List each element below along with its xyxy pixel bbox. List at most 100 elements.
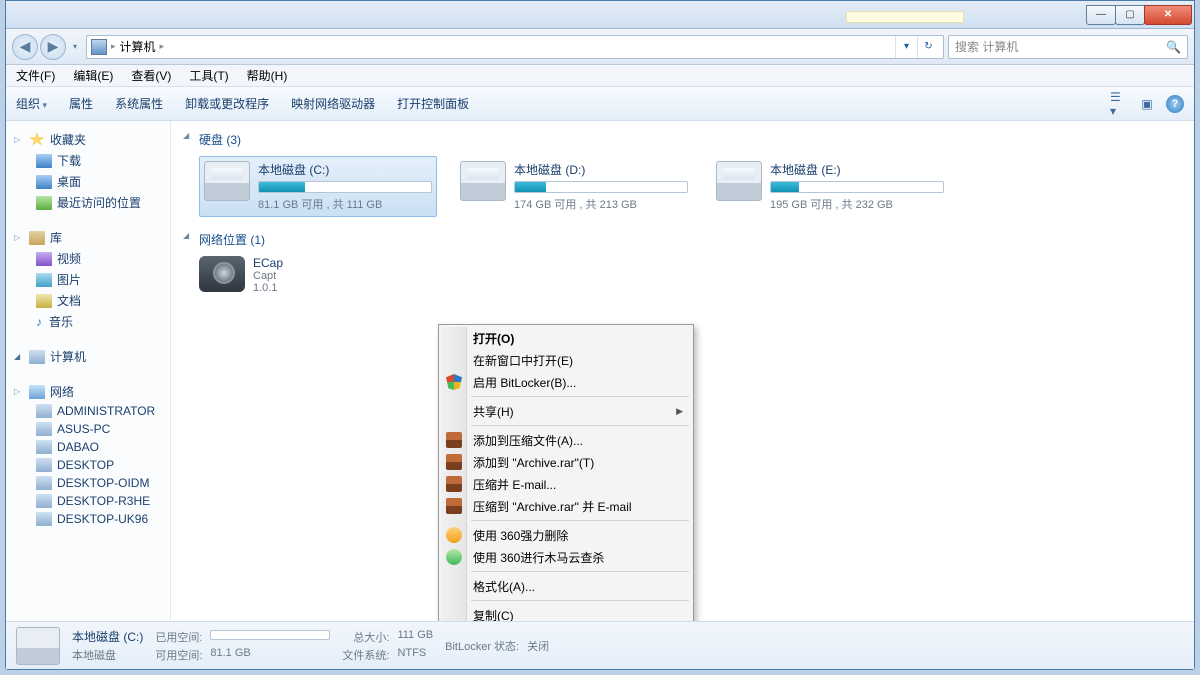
pc-icon [36, 440, 52, 454]
map-drive-button[interactable]: 映射网络驱动器 [291, 95, 375, 112]
organize-button[interactable]: 组织 [16, 95, 47, 112]
star-icon [29, 133, 45, 147]
search-icon: 🔍 [1166, 40, 1181, 54]
navigation-bar: ◀ ▶ ▾ ▸ 计算机 ▸ ▾ ↻ 搜索 计算机 🔍 [6, 29, 1194, 65]
ctx-bitlocker[interactable]: 启用 BitLocker(B)... [441, 371, 691, 393]
search-box[interactable]: 搜索 计算机 🔍 [948, 35, 1188, 59]
libraries-header[interactable]: 库 [10, 227, 166, 248]
minimize-button[interactable]: — [1086, 5, 1116, 25]
view-mode-icon[interactable]: ☰ ▾ [1110, 95, 1128, 113]
explorer-window: — ▢ ✕ ◀ ▶ ▾ ▸ 计算机 ▸ ▾ ↻ 搜索 计算机 🔍 文件(F) [5, 0, 1195, 670]
menu-tools[interactable]: 工具(T) [189, 67, 228, 84]
rar-icon [446, 432, 462, 448]
360-scan-icon [446, 549, 462, 565]
drive-d[interactable]: 本地磁盘 (D:) 174 GB 可用 , 共 213 GB [455, 156, 693, 217]
ctx-compress-email[interactable]: 压缩并 E-mail... [441, 473, 691, 495]
drive-name: 本地磁盘 (C:) [258, 161, 432, 178]
nav-arrows: ◀ ▶ ▾ [12, 34, 82, 60]
ctx-compress-email-rar[interactable]: 压缩到 "Archive.rar" 并 E-mail [441, 495, 691, 517]
context-menu: 打开(O) 在新窗口中打开(E) 启用 BitLocker(B)... 共享(H… [438, 324, 694, 621]
network-node[interactable]: DESKTOP-UK96 [10, 510, 166, 528]
category-network[interactable]: 网络位置 (1) [181, 227, 1184, 252]
sidebar-item-music[interactable]: ♪音乐 [10, 311, 166, 332]
document-icon [36, 294, 52, 308]
properties-button[interactable]: 属性 [69, 95, 93, 112]
drive-icon [204, 161, 250, 201]
menu-view[interactable]: 查看(V) [131, 67, 171, 84]
drive-e[interactable]: 本地磁盘 (E:) 195 GB 可用 , 共 232 GB [711, 156, 949, 217]
pc-icon [36, 458, 52, 472]
pc-icon [36, 476, 52, 490]
menu-file[interactable]: 文件(F) [16, 67, 55, 84]
drive-icon [716, 161, 762, 201]
control-panel-button[interactable]: 打开控制面板 [397, 95, 469, 112]
drive-usage-bar [514, 181, 688, 193]
filesystem-value: NTFS [397, 647, 433, 663]
ctx-format[interactable]: 格式化(A)... [441, 575, 691, 597]
network-node[interactable]: DESKTOP-OIDM [10, 474, 166, 492]
computer-icon [91, 39, 107, 55]
bitlocker-value: 关闭 [527, 638, 549, 654]
desktop-icon [36, 175, 52, 189]
ctx-separator [471, 600, 689, 601]
uninstall-button[interactable]: 卸载或更改程序 [185, 95, 269, 112]
system-properties-button[interactable]: 系统属性 [115, 95, 163, 112]
ctx-add-archive[interactable]: 添加到压缩文件(A)... [441, 429, 691, 451]
network-node[interactable]: ADMINISTRATOR [10, 402, 166, 420]
ctx-share[interactable]: 共享(H)▶ [441, 400, 691, 422]
menu-help[interactable]: 帮助(H) [247, 67, 288, 84]
drive-name: 本地磁盘 (D:) [514, 161, 688, 178]
ctx-separator [471, 571, 689, 572]
sidebar-item-recent[interactable]: 最近访问的位置 [10, 192, 166, 213]
help-icon[interactable]: ? [1166, 95, 1184, 113]
drive-c[interactable]: 本地磁盘 (C:) 81.1 GB 可用 , 共 111 GB [199, 156, 437, 217]
ctx-copy[interactable]: 复制(C) [441, 604, 691, 621]
back-button[interactable]: ◀ [12, 34, 38, 60]
sidebar-item-documents[interactable]: 文档 [10, 290, 166, 311]
breadcrumb-computer[interactable]: 计算机 [120, 38, 156, 55]
submenu-arrow-icon: ▶ [676, 406, 683, 417]
ctx-360-scan[interactable]: 使用 360进行木马云查杀 [441, 546, 691, 568]
details-title: 本地磁盘 (C:) [72, 628, 143, 645]
close-button[interactable]: ✕ [1144, 5, 1192, 25]
free-space-value: 81.1 GB [210, 647, 330, 663]
address-bar[interactable]: ▸ 计算机 ▸ ▾ ↻ [86, 35, 944, 59]
netloc-sub: 1.0.1 [253, 282, 283, 294]
sidebar-item-downloads[interactable]: 下载 [10, 150, 166, 171]
computer-header[interactable]: 计算机 [10, 346, 166, 367]
total-size-label: 总大小: [342, 629, 389, 645]
favorites-header[interactable]: 收藏夹 [10, 129, 166, 150]
drive-usage-text: 81.1 GB 可用 , 共 111 GB [258, 196, 432, 212]
sidebar-item-pictures[interactable]: 图片 [10, 269, 166, 290]
ctx-open[interactable]: 打开(O) [441, 327, 691, 349]
ctx-360-delete[interactable]: 使用 360强力删除 [441, 524, 691, 546]
tooltip-ghost [846, 11, 964, 23]
menu-bar: 文件(F) 编辑(E) 查看(V) 工具(T) 帮助(H) [6, 65, 1194, 87]
network-node[interactable]: ASUS-PC [10, 420, 166, 438]
forward-button[interactable]: ▶ [40, 34, 66, 60]
ctx-open-new-window[interactable]: 在新窗口中打开(E) [441, 349, 691, 371]
titlebar: — ▢ ✕ [6, 1, 1194, 29]
network-location-item[interactable]: ECap Capt 1.0.1 [181, 252, 1184, 298]
sidebar-item-desktop[interactable]: 桌面 [10, 171, 166, 192]
toolbar: 组织 属性 系统属性 卸载或更改程序 映射网络驱动器 打开控制面板 ☰ ▾ ▣ … [6, 87, 1194, 121]
menu-edit[interactable]: 编辑(E) [73, 67, 113, 84]
network-node[interactable]: DABAO [10, 438, 166, 456]
ctx-add-archive-rar[interactable]: 添加到 "Archive.rar"(T) [441, 451, 691, 473]
history-dropdown[interactable]: ▾ [68, 34, 82, 60]
sidebar-item-videos[interactable]: 视频 [10, 248, 166, 269]
breadcrumb-sep: ▸ [160, 41, 165, 52]
details-subtitle: 本地磁盘 [72, 647, 143, 663]
details-pane: 本地磁盘 (C:) 本地磁盘 已用空间: 可用空间: 81.1 GB 总大小: … [6, 621, 1194, 669]
preview-pane-icon[interactable]: ▣ [1138, 95, 1156, 113]
address-dropdown[interactable]: ▾ [895, 36, 917, 58]
category-drives[interactable]: 硬盘 (3) [181, 127, 1184, 152]
network-header[interactable]: 网络 [10, 381, 166, 402]
maximize-button[interactable]: ▢ [1115, 5, 1145, 25]
ctx-separator [471, 396, 689, 397]
network-node[interactable]: DESKTOP-R3HE [10, 492, 166, 510]
drive-usage-bar [258, 181, 432, 193]
window-controls: — ▢ ✕ [1087, 5, 1192, 25]
network-node[interactable]: DESKTOP [10, 456, 166, 474]
refresh-button[interactable]: ↻ [917, 36, 939, 58]
